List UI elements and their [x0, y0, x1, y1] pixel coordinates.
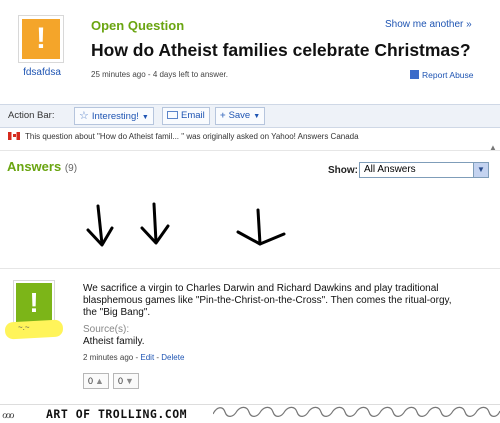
- source-label: Source(s):: [83, 324, 130, 335]
- chevron-down-icon: ▼: [253, 113, 261, 120]
- interesting-button[interactable]: ☆ Interesting! ▼: [74, 107, 154, 125]
- answers-heading: Answers (9): [7, 159, 78, 174]
- chevron-down-icon: ▼: [141, 114, 149, 121]
- mail-icon: [167, 111, 178, 119]
- swirl-ornament: ℴℴℴ: [2, 407, 15, 421]
- answer-text: We sacrifice a virgin to Charles Darwin …: [83, 283, 452, 318]
- flag-icon: [410, 70, 419, 79]
- show-label: Show:: [328, 165, 358, 176]
- answerer-name[interactable]: ~.~: [18, 323, 30, 332]
- name-redaction-highlight: [4, 319, 64, 340]
- footer-brand: ART OF TROLLING.COM: [46, 407, 188, 421]
- footer-pattern: [213, 406, 500, 417]
- section-label: Open Question: [91, 18, 185, 33]
- save-button[interactable]: + Save ▼: [215, 107, 266, 125]
- delete-link[interactable]: Delete: [161, 353, 184, 362]
- canada-flag-icon: [8, 132, 20, 140]
- answer-meta: 2 minutes ago - Edit - Delete: [83, 353, 185, 362]
- asker-name[interactable]: fdsafdsa: [14, 67, 70, 78]
- arrow-3: [256, 208, 262, 246]
- plus-icon: +: [220, 110, 226, 121]
- edit-link[interactable]: Edit: [140, 353, 154, 362]
- answers-count: (9): [64, 163, 78, 174]
- action-bar-label: Action Bar:: [8, 110, 55, 121]
- answerer-avatar[interactable]: !: [13, 280, 55, 325]
- chevron-down-icon[interactable]: ▼: [473, 163, 488, 177]
- divider: [0, 268, 500, 269]
- show-another-link[interactable]: Show me another »: [385, 19, 472, 30]
- arrow-1: [96, 204, 104, 246]
- thumbs-up-icon: ▲: [95, 376, 104, 386]
- scroll-up-icon[interactable]: ▲: [489, 143, 500, 155]
- show-filter-select[interactable]: All Answers ▼: [359, 162, 489, 178]
- thumbs-down-icon: ▼: [125, 376, 134, 386]
- thumbs-up-button[interactable]: 0 ▲: [83, 373, 109, 389]
- report-abuse-link[interactable]: Report Abuse: [410, 70, 474, 80]
- canada-notice: This question about "How do Atheist fami…: [8, 132, 359, 141]
- source-text: Atheist family.: [83, 336, 145, 347]
- question-meta: 25 minutes ago - 4 days left to answer.: [91, 70, 228, 79]
- thumbs-down-button[interactable]: 0 ▼: [113, 373, 139, 389]
- asker-avatar[interactable]: !: [18, 15, 64, 63]
- drawn-arrows: [86, 202, 286, 247]
- star-icon: ☆: [79, 110, 89, 122]
- question-title: How do Atheist families celebrate Christ…: [91, 40, 471, 60]
- arrow-2: [152, 202, 158, 244]
- divider: [0, 150, 500, 151]
- email-button[interactable]: Email: [162, 107, 210, 125]
